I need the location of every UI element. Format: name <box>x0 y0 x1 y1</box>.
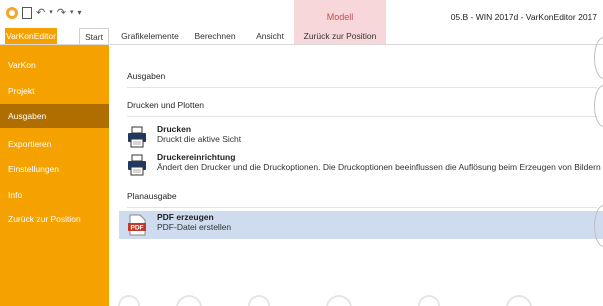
nav-item-zurueck-zur-position[interactable]: Zurück zur Position <box>0 207 109 231</box>
decorative-arc <box>594 37 603 79</box>
redo-icon[interactable]: ↷ <box>57 7 66 19</box>
print-command[interactable]: Drucken Druckt die aktive Sicht <box>119 123 603 151</box>
tab-file[interactable]: VarKonEditor <box>5 28 57 44</box>
printer-setup-description: Ändert den Drucker und die Druckoptionen… <box>157 162 601 172</box>
tab-berechnen[interactable]: Berechnen <box>190 28 240 44</box>
chevron-down-icon[interactable]: ▾ <box>49 7 53 19</box>
save-icon[interactable] <box>22 7 32 19</box>
section-heading-print: Drucken und Plotten <box>127 100 205 110</box>
pdf-create-command[interactable]: PDF PDF erzeugen PDF-Datei erstellen <box>119 211 603 239</box>
tab-grafikelemente[interactable]: Grafikelemente <box>119 28 181 44</box>
context-tab-group: Modell <box>294 0 386 28</box>
undo-icon[interactable]: ↶ <box>36 7 45 19</box>
decorative-arc <box>594 85 603 127</box>
printer-settings-icon <box>128 154 146 176</box>
quick-access-toolbar: ↶ ▾ ↷ ▾ ▾ <box>6 7 81 19</box>
divider <box>127 207 597 208</box>
app-icon[interactable] <box>6 7 18 19</box>
print-title: Drucken <box>157 124 192 134</box>
printer-setup-title: Druckereinrichtung <box>157 152 236 162</box>
print-description: Druckt die aktive Sicht <box>157 134 242 144</box>
divider <box>127 116 597 117</box>
backstage-nav: VarKon Projekt Ausgaben Exportieren Eins… <box>0 45 109 306</box>
nav-item-projekt[interactable]: Projekt <box>0 79 109 103</box>
pdf-create-title: PDF erzeugen <box>157 212 214 222</box>
customize-qat-icon[interactable]: ▾ <box>77 7 81 19</box>
decorative-arc <box>594 205 603 247</box>
ribbon-tab-bar: VarKonEditor Start Grafikelemente Berech… <box>0 28 603 45</box>
tab-ansicht[interactable]: Ansicht <box>252 28 288 44</box>
nav-item-varkon[interactable]: VarKon <box>0 53 109 77</box>
title-bar: ↶ ▾ ↷ ▾ ▾ Modell 05.B - WIN 2017d - VarK… <box>0 0 603 28</box>
nav-item-exportieren[interactable]: Exportieren <box>0 132 109 156</box>
context-group-label: Modell <box>326 12 354 22</box>
tab-zurueck-zur-position[interactable]: Zurück zur Position <box>296 28 384 44</box>
section-heading-plan: Planausgabe <box>127 191 177 201</box>
printer-icon <box>128 126 146 148</box>
chevron-down-icon[interactable]: ▾ <box>70 7 74 19</box>
tab-start[interactable]: Start <box>79 28 109 44</box>
pdf-icon: PDF <box>128 214 146 236</box>
printer-setup-command[interactable]: Druckereinrichtung Ändert den Drucker un… <box>119 151 603 179</box>
pdf-create-description: PDF-Datei erstellen <box>157 222 232 232</box>
page-title: Ausgaben <box>127 71 166 81</box>
divider <box>127 87 597 88</box>
backstage-content: Ausgaben Drucken und Plotten Drucken Dru… <box>109 37 603 306</box>
nav-item-einstellungen[interactable]: Einstellungen <box>0 157 109 181</box>
window-title: 05.B - WIN 2017d - VarKonEditor 2017 <box>450 12 597 22</box>
nav-item-info[interactable]: Info <box>0 183 109 207</box>
pdf-icon-text: PDF <box>131 225 144 232</box>
decorative-background-pattern <box>118 295 532 306</box>
nav-item-ausgaben[interactable]: Ausgaben <box>0 104 109 128</box>
